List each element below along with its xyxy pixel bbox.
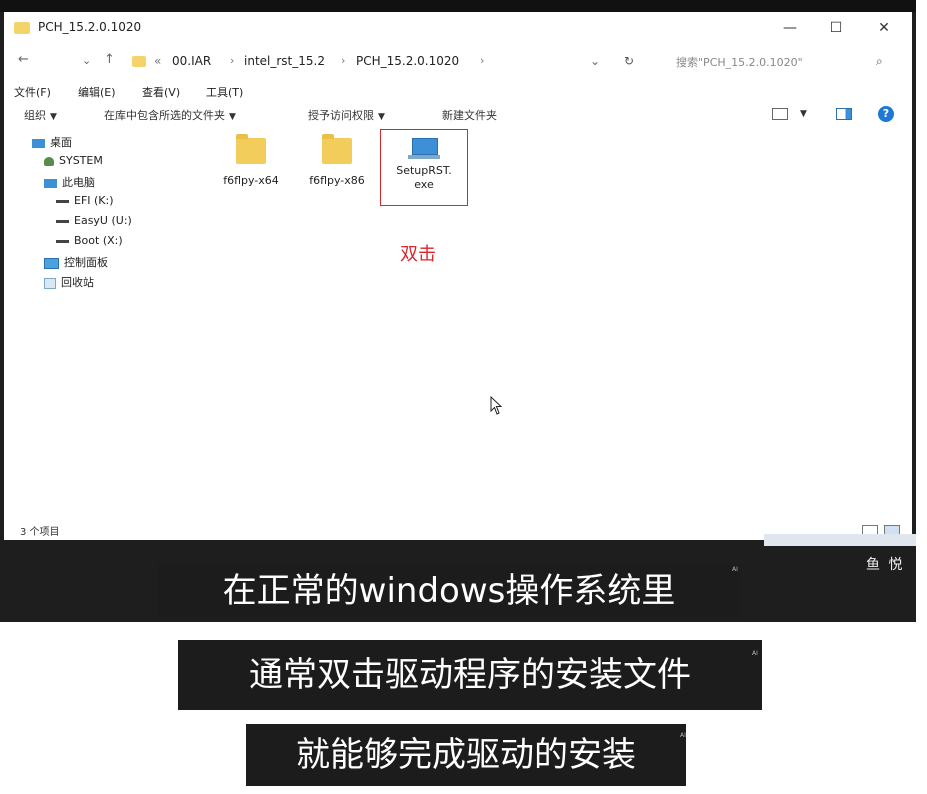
ai-mark: AI bbox=[732, 566, 738, 573]
caret-down-icon[interactable]: ▼ bbox=[800, 109, 807, 119]
tree-label: 控制面板 bbox=[64, 256, 108, 269]
subtitle-text: 在正常的windows操作系统里 bbox=[222, 571, 676, 611]
mouse-cursor-icon bbox=[490, 395, 504, 420]
drive-icon bbox=[56, 199, 69, 203]
file-item-folder[interactable]: f6flpy-x86 bbox=[296, 134, 378, 188]
title-bar: PCH_15.2.0.1020 — ☐ ✕ bbox=[4, 12, 912, 44]
breadcrumb-item[interactable]: PCH_15.2.0.1020 bbox=[356, 54, 459, 68]
desktop-icon bbox=[32, 138, 45, 148]
share-access-button[interactable]: 授予访问权限 ▼ bbox=[308, 107, 385, 123]
menu-view[interactable]: 查看(V) bbox=[142, 84, 180, 100]
tree-item-easyu[interactable]: EasyU (U:) bbox=[56, 214, 132, 227]
tree-item-efi[interactable]: EFI (K:) bbox=[56, 194, 114, 207]
caret-down-icon: ▼ bbox=[50, 112, 57, 122]
window-title: PCH_15.2.0.1020 bbox=[38, 20, 142, 34]
organize-label: 组织 bbox=[24, 109, 46, 122]
user-icon bbox=[44, 156, 54, 166]
channel-logo-text: 鱼 悦 bbox=[866, 557, 905, 573]
tree-item-boot[interactable]: Boot (X:) bbox=[56, 234, 123, 247]
file-item-folder[interactable]: f6flpy-x64 bbox=[210, 134, 292, 188]
explorer-window: PCH_15.2.0.1020 — ☐ ✕ ← ⌄ ↑ « 00.IAR › i… bbox=[4, 12, 912, 540]
chevron-right-icon[interactable]: › bbox=[341, 54, 345, 67]
chevron-right-icon[interactable]: › bbox=[480, 54, 484, 67]
tree-label: EasyU (U:) bbox=[74, 214, 132, 227]
subtitle-text: 通常双击驱动程序的安装文件 bbox=[249, 655, 691, 695]
command-bar: 组织 ▼ 在库中包含所选的文件夹 ▼ 授予访问权限 ▼ 新建文件夹 ▼ ? bbox=[4, 104, 912, 124]
tree-item-this-pc[interactable]: 此电脑 bbox=[44, 174, 95, 190]
ai-mark: AI bbox=[752, 650, 758, 657]
file-item-exe[interactable]: SetupRST. exe bbox=[380, 129, 468, 206]
chevron-right-icon[interactable]: › bbox=[230, 54, 234, 67]
include-in-library-label: 在库中包含所选的文件夹 bbox=[104, 109, 225, 122]
subtitle-line: 在正常的windows操作系统里 bbox=[158, 564, 740, 618]
breadcrumb-item[interactable]: 00.IAR bbox=[172, 54, 211, 68]
organize-button[interactable]: 组织 ▼ bbox=[24, 107, 57, 123]
recycle-bin-icon bbox=[44, 277, 56, 289]
menu-tools[interactable]: 工具(T) bbox=[206, 84, 243, 100]
subtitle-text: 就能够完成驱动的安装 bbox=[296, 735, 636, 775]
drive-icon bbox=[56, 239, 69, 243]
view-options-icon[interactable] bbox=[772, 108, 788, 120]
computer-icon bbox=[44, 178, 57, 188]
tree-label: 回收站 bbox=[61, 276, 94, 289]
folder-icon bbox=[236, 134, 266, 164]
file-name: f6flpy-x86 bbox=[309, 174, 365, 187]
up-button[interactable]: ↑ bbox=[104, 52, 115, 67]
channel-logo bbox=[764, 534, 916, 546]
minimize-button[interactable]: — bbox=[776, 18, 804, 38]
video-top-strip bbox=[0, 0, 916, 12]
drive-icon bbox=[56, 219, 69, 223]
video-frame: PCH_15.2.0.1020 — ☐ ✕ ← ⌄ ↑ « 00.IAR › i… bbox=[0, 0, 916, 622]
folder-icon bbox=[132, 56, 146, 67]
file-name: f6flpy-x64 bbox=[223, 174, 279, 187]
maximize-button[interactable]: ☐ bbox=[822, 18, 850, 38]
folder-icon bbox=[14, 22, 30, 34]
search-input[interactable]: 搜索"PCH_15.2.0.1020" bbox=[676, 54, 803, 70]
exe-base bbox=[408, 155, 440, 159]
share-access-label: 授予访问权限 bbox=[308, 109, 374, 122]
subtitle-line: 就能够完成驱动的安装 bbox=[246, 724, 686, 786]
address-row: ← ⌄ ↑ « 00.IAR › intel_rst_15.2 › PCH_15… bbox=[4, 50, 912, 74]
file-name: SetupRST. exe bbox=[396, 164, 452, 191]
breadcrumb-overflow[interactable]: « bbox=[154, 54, 161, 68]
menu-file[interactable]: 文件(F) bbox=[14, 84, 51, 100]
history-dropdown[interactable]: ⌄ bbox=[82, 54, 91, 67]
tree-label: 桌面 bbox=[50, 136, 72, 149]
include-in-library-button[interactable]: 在库中包含所选的文件夹 ▼ bbox=[104, 107, 236, 123]
help-icon[interactable]: ? bbox=[878, 106, 894, 122]
search-icon[interactable]: ⌕ bbox=[876, 54, 883, 69]
menu-edit[interactable]: 编辑(E) bbox=[78, 84, 116, 100]
control-panel-icon bbox=[44, 257, 59, 269]
tree-item-recycle-bin[interactable]: 回收站 bbox=[44, 274, 94, 290]
ai-mark: AI bbox=[680, 732, 686, 739]
preview-pane-icon[interactable] bbox=[836, 108, 852, 120]
tree-item-control-panel[interactable]: 控制面板 bbox=[44, 254, 108, 270]
tree-item-system[interactable]: SYSTEM bbox=[44, 154, 103, 167]
caret-down-icon: ▼ bbox=[229, 112, 236, 122]
close-button[interactable]: ✕ bbox=[870, 18, 898, 38]
setup-exe-icon bbox=[408, 138, 440, 160]
tree-label: SYSTEM bbox=[59, 154, 103, 167]
breadcrumb-item[interactable]: intel_rst_15.2 bbox=[244, 54, 325, 68]
folder-icon bbox=[322, 134, 352, 164]
subtitle-line: 通常双击驱动程序的安装文件 bbox=[178, 640, 762, 710]
tree-label: Boot (X:) bbox=[74, 234, 123, 247]
exe-screen bbox=[412, 138, 438, 155]
tree-label: EFI (K:) bbox=[74, 194, 114, 207]
menu-bar: 文件(F) 编辑(E) 查看(V) 工具(T) bbox=[4, 82, 404, 100]
tree-label: 此电脑 bbox=[62, 176, 95, 189]
refresh-button[interactable]: ↻ bbox=[624, 54, 634, 68]
double-click-annotation: 双击 bbox=[400, 244, 436, 265]
address-dropdown[interactable]: ⌄ bbox=[590, 54, 600, 68]
back-button[interactable]: ← bbox=[18, 52, 29, 67]
item-count: 3 个项目 bbox=[20, 527, 60, 538]
new-folder-button[interactable]: 新建文件夹 bbox=[442, 107, 497, 123]
tree-item-desktop[interactable]: 桌面 bbox=[32, 134, 72, 150]
caret-down-icon: ▼ bbox=[378, 112, 385, 122]
